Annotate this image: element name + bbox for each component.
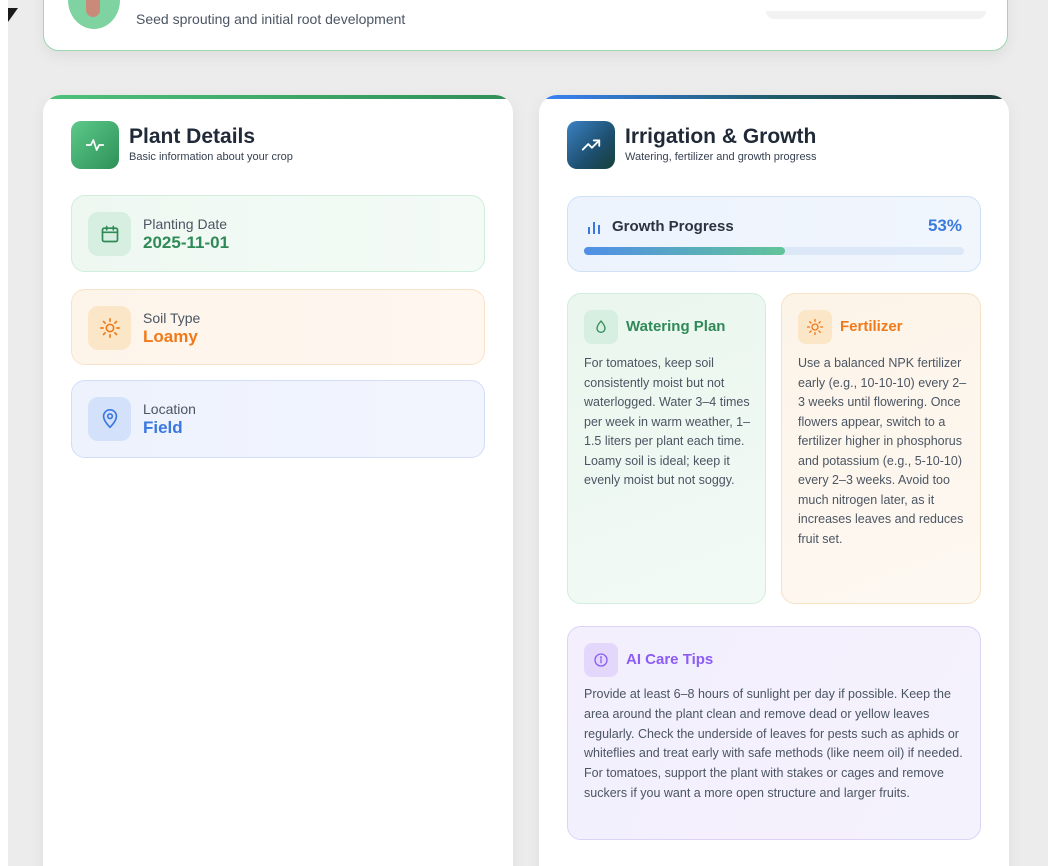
planting-date-card: Planting Date 2025-11-01 xyxy=(71,195,485,272)
location-card: Location Field xyxy=(71,380,485,458)
panel-title: Plant Details xyxy=(129,125,256,148)
corner-mark xyxy=(8,8,18,22)
panel-subtitle: Watering, fertilizer and growth progress xyxy=(625,151,817,163)
info-icon xyxy=(584,643,618,677)
location-label: Location xyxy=(143,401,196,417)
page-edge xyxy=(0,0,8,866)
stage-badge xyxy=(766,11,986,19)
growth-progress-bar xyxy=(584,247,964,255)
ai-care-tips-title: AI Care Tips xyxy=(626,651,714,668)
soil-type-card: Soil Type Loamy xyxy=(71,289,485,365)
sun-icon xyxy=(798,310,832,344)
panel-subtitle: Basic information about your crop xyxy=(129,151,293,163)
fertilizer-text: Use a balanced NPK fertilizer early (e.g… xyxy=(798,356,967,546)
panel-accent-bar xyxy=(43,95,513,99)
sprout-icon xyxy=(86,0,100,17)
ai-care-tips-card: AI Care Tips Provide at least 6–8 hours … xyxy=(567,626,981,840)
sun-icon xyxy=(88,306,131,350)
watering-plan-text: For tomatoes, keep soil consistently moi… xyxy=(584,356,751,487)
panel-title: Irrigation & Growth xyxy=(625,125,817,148)
stage-description: Seed sprouting and initial root developm… xyxy=(136,11,406,27)
watering-plan-title: Watering Plan xyxy=(626,318,726,335)
location-value: Field xyxy=(143,418,183,437)
planting-date-label: Planting Date xyxy=(143,216,228,232)
activity-icon xyxy=(71,121,119,169)
trending-up-icon xyxy=(567,121,615,169)
soil-type-label: Soil Type xyxy=(143,310,201,326)
fertilizer-title: Fertilizer xyxy=(840,318,903,335)
growth-progress-card: Growth Progress 53% xyxy=(567,196,981,272)
growth-progress-label: Growth Progress xyxy=(612,218,734,235)
droplet-icon xyxy=(584,310,618,344)
growth-stage-card: Seed sprouting and initial root developm… xyxy=(43,0,1008,51)
planting-date-value: 2025-11-01 xyxy=(143,233,230,252)
location-pin-icon xyxy=(88,397,131,441)
irrigation-growth-panel: Irrigation & Growth Watering, fertilizer… xyxy=(539,95,1009,866)
growth-progress-percent: 53% xyxy=(927,216,962,235)
fertilizer-card: Fertilizer Use a balanced NPK fertilizer… xyxy=(781,293,981,604)
ai-care-tips-text: Provide at least 6–8 hours of sunlight p… xyxy=(584,687,963,800)
watering-plan-card: Watering Plan For tomatoes, keep soil co… xyxy=(567,293,766,604)
soil-type-value: Loamy xyxy=(143,327,198,346)
plant-details-panel: Plant Details Basic information about yo… xyxy=(43,95,513,866)
calendar-icon xyxy=(88,212,131,256)
panel-accent-bar xyxy=(539,95,1009,99)
bar-chart-icon xyxy=(586,219,602,240)
growth-progress-fill xyxy=(584,247,786,255)
stage-avatar xyxy=(68,0,120,29)
